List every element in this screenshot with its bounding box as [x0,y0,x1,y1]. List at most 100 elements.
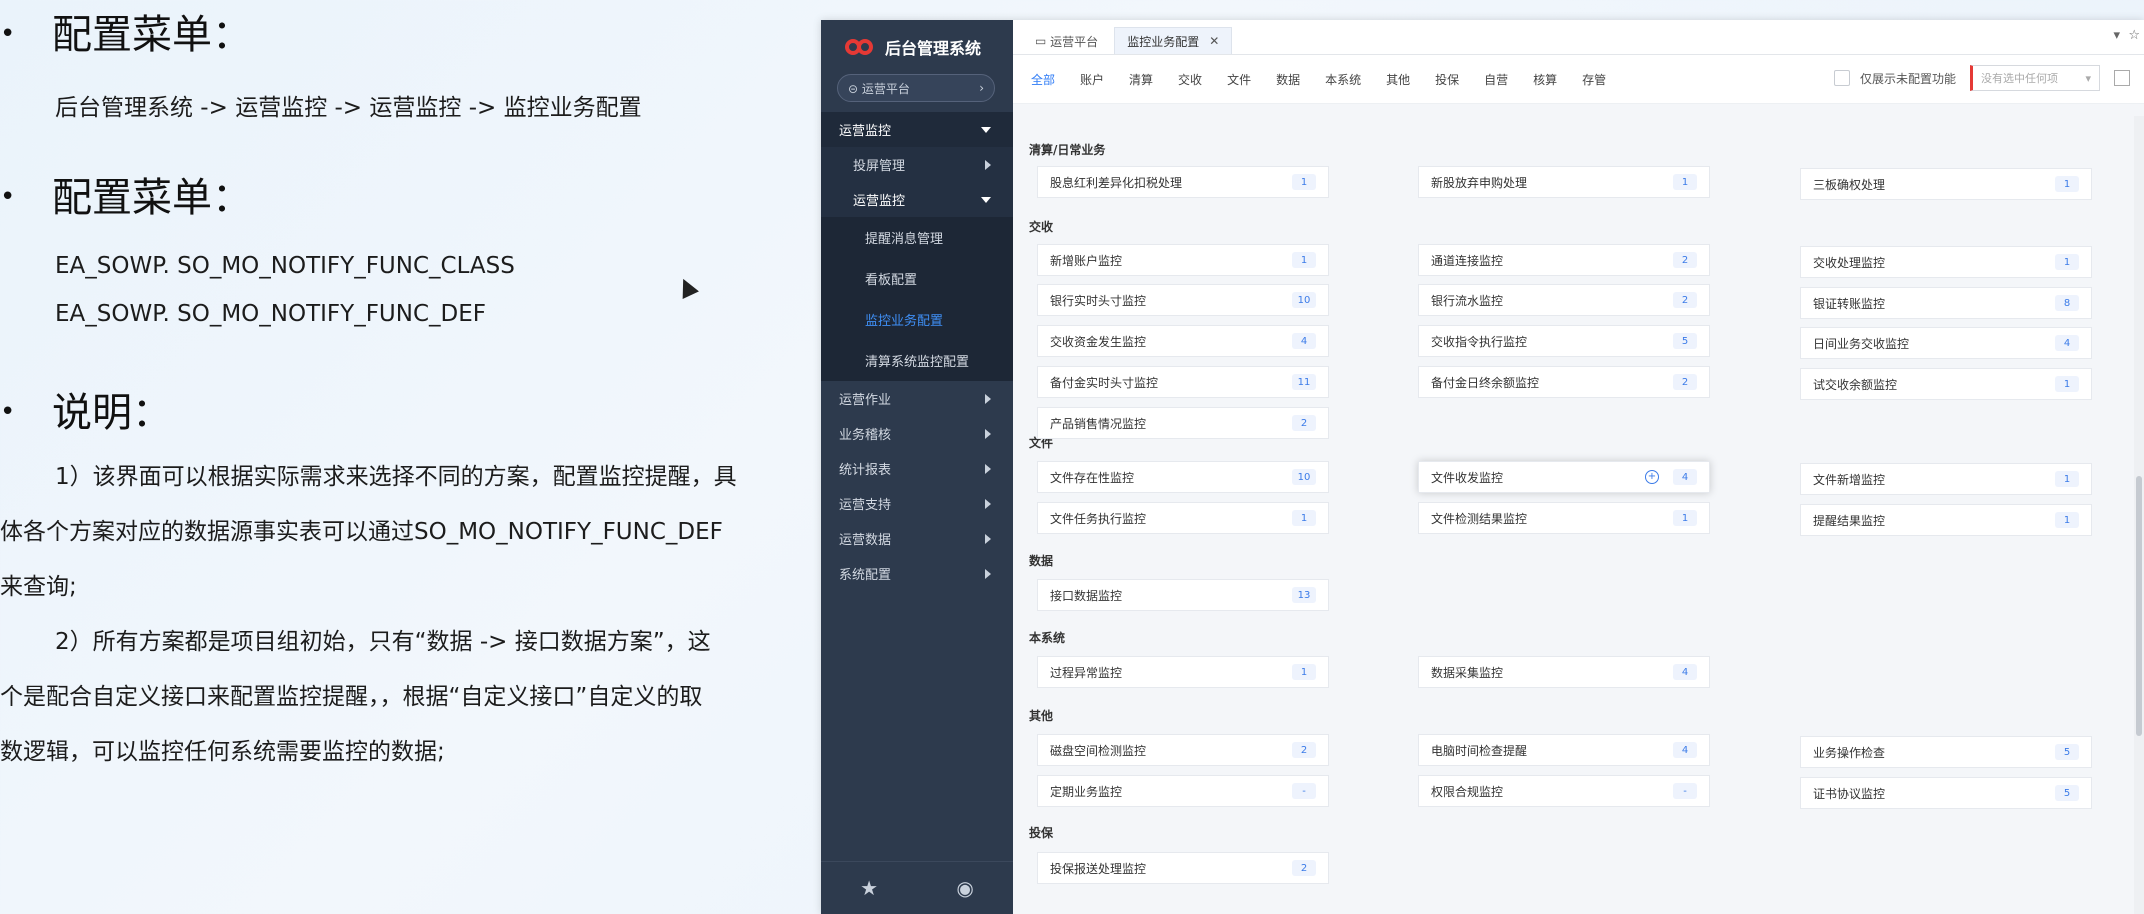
caret-right-icon [985,533,991,544]
filter-insurance[interactable]: 投保 [1435,71,1459,88]
menu-leaf-board[interactable]: 看板配置 [821,258,1013,299]
platform-switcher[interactable]: ⊝ 运营平台 › [837,74,995,102]
close-icon[interactable]: ✕ [1209,34,1219,48]
star-outline-icon[interactable]: ☆ [2128,28,2140,43]
monitor-icon: ▭ [1035,34,1047,48]
menu-stats[interactable]: 统计报表 [821,451,1013,486]
table-name-def: EA_SOWP. SO_MO_NOTIFY_FUNC_DEF [55,301,486,327]
platform-label: 运营平台 [861,81,910,96]
sidebar: 后台管理系统 ⊝ 运营平台 › 运营监控 投屏管理 运营监控 提醒消息管理 看板… [821,20,1013,914]
filter-right: 仅展示未配置功能 没有选中任何项 ▾ [1833,65,2130,91]
heading-config-menu-2: • 配置菜单： [0,175,252,221]
chevron-down-icon[interactable]: ▾ [2114,28,2121,43]
config-card[interactable]: 文件新增监控 1 [1800,463,2092,495]
config-card[interactable]: 投保报送处理监控 2 [1037,852,1329,884]
section-title: 交收 [1029,220,1054,234]
section-title: 本系统 [1029,631,1066,645]
caret-down-icon [981,126,991,133]
grid-icon[interactable] [2114,70,2130,86]
config-card[interactable]: 新增账户监控 1 [1037,244,1329,276]
mouse-cursor-icon [675,275,699,299]
para2-line1: 2）所有方案都是项目组初始，只有“数据 -> 接口数据方案”，这 [55,629,711,655]
config-card[interactable]: 备付金实时头寸监控 11 [1037,366,1329,398]
filter-file[interactable]: 文件 [1227,71,1251,88]
menu-leaf-monitor-config[interactable]: 监控业务配置 [821,299,1013,340]
config-card[interactable]: 权限合规监控 - [1418,775,1710,807]
config-card[interactable]: 交收资金发生监控 4 [1037,325,1329,357]
config-card[interactable]: 文件收发监控 +4 [1418,461,1710,493]
config-card[interactable]: 银证转账监控 8 [1800,287,2092,319]
config-card[interactable]: 产品销售情况监控 2 [1037,407,1329,439]
filter-bar: 全部 账户 清算 交收 文件 数据 本系统 其他 投保 自营 核算 存管 仅展示… [1013,55,2144,104]
sidebar-footer: ★ ◉ [821,861,1013,914]
config-card[interactable]: 磁盘空间检测监控 2 [1037,734,1329,766]
caret-right-icon [985,568,991,579]
filter-accounting[interactable]: 核算 [1533,71,1557,88]
config-card[interactable]: 接口数据监控 13 [1037,579,1329,611]
filter-settlement[interactable]: 交收 [1178,71,1202,88]
user-icon[interactable]: ◉ [956,876,973,900]
only-unconfigured-label: 仅展示未配置功能 [1859,71,1956,86]
filter-proprietary[interactable]: 自营 [1484,71,1508,88]
config-card[interactable]: 证书协议监控 5 [1800,777,2092,809]
config-card[interactable]: 试交收余额监控 1 [1800,368,2092,400]
filter-account[interactable]: 账户 [1080,71,1104,88]
menu-ops-work[interactable]: 运营作业 [821,381,1013,416]
tabbar-tools: ▾ ☆ [2114,28,2140,43]
platform-icon: ⊝ [848,81,859,96]
category-select[interactable]: 没有选中任何项 ▾ [1970,65,2100,91]
config-card[interactable]: 过程异常监控 1 [1037,656,1329,688]
menu-ops-support[interactable]: 运营支持 [821,486,1013,521]
menu-screen-mgmt[interactable]: 投屏管理 [821,147,1013,182]
config-card[interactable]: 日间业务交收监控 4 [1800,327,2092,359]
filter-custody[interactable]: 存管 [1582,71,1606,88]
menu-leaf-reminder[interactable]: 提醒消息管理 [821,217,1013,258]
tab-monitor-config[interactable]: 监控业务配置 ✕ [1114,27,1233,54]
config-card[interactable]: 新股放弃申购处理 1 [1418,166,1710,198]
config-card[interactable]: 银行流水监控 2 [1418,284,1710,316]
filter-this-system[interactable]: 本系统 [1325,71,1361,88]
config-card[interactable]: 业务操作检查 5 [1800,736,2092,768]
menu-sys-config[interactable]: 系统配置 [821,556,1013,591]
brand: 后台管理系统 [821,20,1013,74]
menu-ops-monitor[interactable]: 运营监控 [821,112,1013,147]
menu-ops-monitor-sub[interactable]: 运营监控 [821,182,1013,217]
filter-other[interactable]: 其他 [1386,71,1410,88]
config-card[interactable]: 文件检测结果监控 1 [1418,502,1710,534]
para2-line3: 数逻辑，可以监控任何系统需要监控的数据; [0,739,445,765]
menu-ops-data[interactable]: 运营数据 [821,521,1013,556]
config-card[interactable]: 银行实时头寸监控 10 [1037,284,1329,316]
heading-config-menu-1: • 配置菜单： [0,12,252,58]
scrollbar-thumb[interactable] [2136,476,2142,736]
content-scrollbar[interactable] [2134,116,2144,914]
table-name-class: EA_SOWP. SO_MO_NOTIFY_FUNC_CLASS [55,253,515,279]
add-icon[interactable]: + [1645,470,1659,484]
config-card[interactable]: 股息红利差异化扣税处理 1 [1037,166,1329,198]
config-card[interactable]: 交收处理监控 1 [1800,246,2092,278]
config-content: 清算/日常业务 交收 文件 数据 本系统 其他 投保 股息红利差异化扣税处理 1 … [1013,116,2144,914]
only-unconfigured-checkbox[interactable] [1833,70,1850,86]
menu-leaf-clearing[interactable]: 清算系统监控配置 [821,340,1013,381]
caret-right-icon [985,428,991,439]
config-card[interactable]: 通道连接监控 2 [1418,244,1710,276]
config-card[interactable]: 三板确权处理 1 [1800,168,2092,200]
filter-all[interactable]: 全部 [1031,71,1055,88]
config-card[interactable]: 定期业务监控 - [1037,775,1329,807]
caret-right-icon [985,393,991,404]
config-card[interactable]: 备付金日终余额监控 2 [1418,366,1710,398]
filter-data[interactable]: 数据 [1276,71,1300,88]
config-card[interactable]: 电脑时间检查提醒 4 [1418,734,1710,766]
para2-line2: 个是配合自定义接口来配置监控提醒，，根据“自定义接口”自定义的取 [0,684,703,710]
caret-down-icon [981,196,991,203]
heading-explanation: • 说明： [0,390,172,436]
menu-biz-check[interactable]: 业务稽核 [821,416,1013,451]
star-icon[interactable]: ★ [860,876,878,900]
section-title: 投保 [1029,826,1054,840]
config-card[interactable]: 交收指令执行监控 5 [1418,325,1710,357]
config-card[interactable]: 文件存在性监控 10 [1037,461,1329,493]
tab-platform[interactable]: ▭ 运营平台 [1023,28,1110,54]
config-card[interactable]: 文件任务执行监控 1 [1037,502,1329,534]
config-card[interactable]: 数据采集监控 4 [1418,656,1710,688]
filter-clearing[interactable]: 清算 [1129,71,1153,88]
config-card[interactable]: 提醒结果监控 1 [1800,504,2092,536]
